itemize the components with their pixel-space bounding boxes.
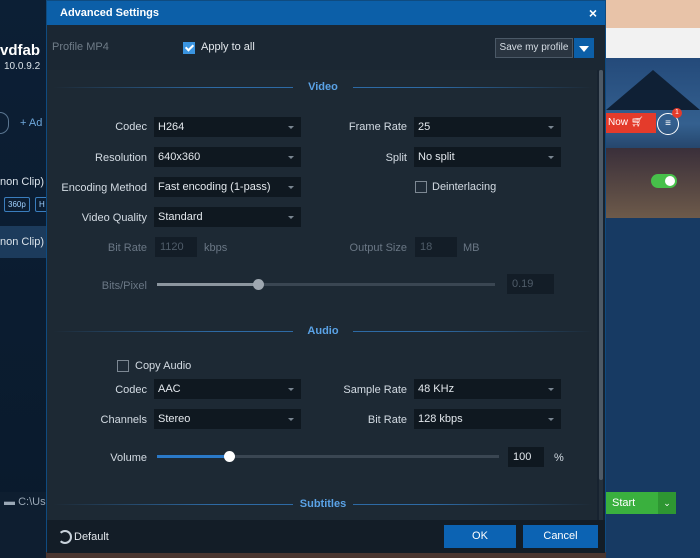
app-version: 10.0.9.2 bbox=[4, 61, 41, 72]
video-quality-label: Video Quality bbox=[81, 212, 147, 224]
settings-panel: Video Codec H264 Frame Rate 25 Resolutio… bbox=[47, 70, 597, 520]
output-path[interactable]: ▬ C:\Us bbox=[4, 496, 46, 508]
cancel-button[interactable]: Cancel bbox=[523, 525, 598, 548]
output-size-label: Output Size bbox=[349, 242, 407, 254]
bits-per-pixel-label: Bits/Pixel bbox=[101, 280, 147, 292]
audio-bit-rate-label: Bit Rate bbox=[367, 414, 407, 426]
chevron-down-icon[interactable] bbox=[574, 38, 594, 58]
mountain-shape bbox=[606, 70, 700, 110]
encoding-method-dropdown[interactable]: Fast encoding (1-pass) bbox=[154, 177, 301, 197]
split-label: Split bbox=[385, 152, 407, 164]
volume-slider-handle[interactable] bbox=[224, 451, 235, 462]
subtitles-section-title: Subtitles bbox=[293, 498, 353, 510]
profile-bar: Profile MP4 Apply to all Save my profile bbox=[47, 25, 605, 70]
close-icon[interactable]: × bbox=[589, 5, 597, 21]
scrollbar-thumb[interactable] bbox=[599, 70, 603, 480]
dialog-footer: Default OK Cancel bbox=[47, 520, 605, 553]
title-bar: Advanced Settings × bbox=[47, 1, 605, 25]
audio-section-title: Audio bbox=[293, 325, 353, 337]
audio-codec-label: Codec bbox=[115, 384, 147, 396]
resolution-label: Resolution bbox=[95, 152, 147, 164]
window-controls-bar bbox=[606, 28, 700, 58]
apply-to-all-label[interactable]: Apply to all bbox=[201, 41, 255, 53]
encoding-method-label: Encoding Method bbox=[61, 182, 147, 194]
audio-bit-rate-dropdown[interactable]: 128 kbps bbox=[414, 409, 561, 429]
volume-slider-fill bbox=[157, 455, 229, 458]
video-section-title: Video bbox=[293, 81, 353, 93]
add-button[interactable]: + Ad bbox=[20, 117, 42, 129]
cart-icon: 🛒︎ bbox=[630, 117, 644, 128]
banner-image bbox=[606, 0, 700, 28]
task-count-badge: 1 bbox=[672, 108, 682, 118]
channels-label: Channels bbox=[100, 414, 147, 426]
output-size-field: 18 bbox=[415, 237, 457, 257]
apply-to-all-checkbox[interactable] bbox=[183, 42, 195, 54]
deinterlacing-label[interactable]: Deinterlacing bbox=[432, 181, 496, 193]
output-size-unit: MB bbox=[463, 242, 480, 254]
advanced-settings-dialog: Advanced Settings × Profile MP4 Apply to… bbox=[46, 0, 606, 553]
video-quality-dropdown[interactable]: Standard bbox=[154, 207, 301, 227]
channels-dropdown[interactable]: Stereo bbox=[154, 409, 301, 429]
reset-icon[interactable] bbox=[58, 530, 72, 544]
dialog-title: Advanced Settings bbox=[60, 7, 160, 19]
toggle-switch[interactable] bbox=[651, 174, 677, 188]
audio-codec-dropdown[interactable]: AAC bbox=[154, 379, 301, 399]
bit-rate-label: Bit Rate bbox=[107, 242, 147, 254]
profile-label: Profile MP4 bbox=[52, 41, 109, 53]
bits-per-pixel-slider-handle[interactable] bbox=[253, 279, 264, 290]
bit-rate-unit: kbps bbox=[204, 242, 228, 254]
copy-audio-label[interactable]: Copy Audio bbox=[135, 360, 191, 372]
copy-audio-checkbox[interactable] bbox=[117, 360, 129, 372]
scrollbar[interactable] bbox=[599, 70, 603, 520]
sample-rate-dropdown[interactable]: 48 KHz bbox=[414, 379, 561, 399]
save-profile-button[interactable]: Save my profile bbox=[495, 38, 573, 58]
volume-field[interactable]: 100 bbox=[508, 447, 544, 467]
bit-rate-field: 1120 bbox=[155, 237, 197, 257]
resolution-chip[interactable]: 360p bbox=[4, 197, 30, 212]
app-logo: vdfab bbox=[0, 42, 41, 59]
bits-per-pixel-slider-fill bbox=[157, 283, 258, 286]
frame-rate-dropdown[interactable]: 25 bbox=[414, 117, 561, 137]
volume-unit: % bbox=[554, 452, 564, 464]
bits-per-pixel-field: 0.19 bbox=[507, 274, 554, 294]
sample-rate-label: Sample Rate bbox=[343, 384, 407, 396]
app-sidebar bbox=[0, 0, 46, 558]
buy-now-button[interactable]: Now 🛒︎ bbox=[606, 113, 656, 133]
default-button[interactable]: Default bbox=[74, 531, 109, 543]
start-button[interactable]: Start bbox=[606, 492, 664, 514]
deinterlacing-checkbox[interactable] bbox=[415, 181, 427, 193]
ok-button[interactable]: OK bbox=[444, 525, 516, 548]
video-codec-dropdown[interactable]: H264 bbox=[154, 117, 301, 137]
folder-icon: ▬ bbox=[4, 496, 15, 508]
codec-label: Codec bbox=[115, 121, 147, 133]
split-dropdown[interactable]: No split bbox=[414, 147, 561, 167]
start-dropdown-icon[interactable]: ⌄ bbox=[658, 492, 676, 514]
frame-rate-label: Frame Rate bbox=[348, 121, 407, 133]
resolution-dropdown[interactable]: 640x360 bbox=[154, 147, 301, 167]
volume-label: Volume bbox=[110, 452, 147, 464]
